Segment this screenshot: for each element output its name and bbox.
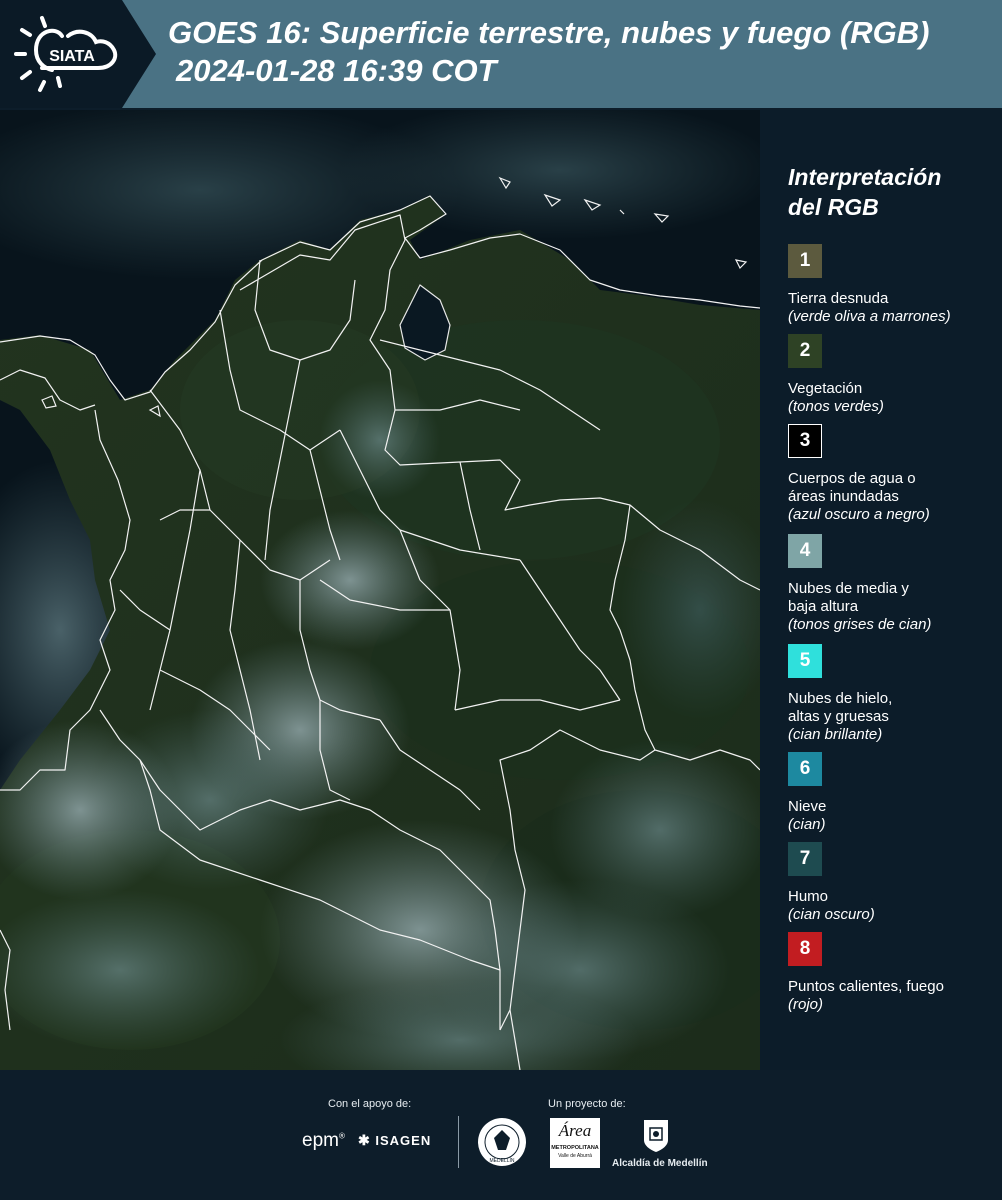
satellite-map[interactable] (0, 110, 760, 1070)
legend-item-8: 8 Puntos calientes, fuego (rojo) (788, 932, 998, 1014)
legend-label: Humo (788, 888, 829, 905)
legend-sub: (rojo) (788, 996, 824, 1013)
legend-item-2: 2 Vegetación (tonos verdes) (788, 334, 998, 416)
swatch-low-clouds: 4 (788, 534, 822, 568)
alcaldia-label: Alcaldía de Medellín (612, 1158, 708, 1169)
legend-item-4: 4 Nubes de media y baja altura (tonos gri… (788, 534, 998, 634)
page-title: GOES 16: Superficie terrestre, nubes y f… (168, 14, 998, 90)
legend-sub: (cian) (788, 816, 826, 833)
area-metropolitana-logo: Área METROPOLITANA Valle de Aburrá (550, 1118, 600, 1168)
svg-text:MEDELLÍN: MEDELLÍN (489, 1157, 514, 1164)
legend-label: Nieve (788, 798, 827, 815)
medellin-seal: MEDELLÍN (478, 1118, 526, 1166)
title-timestamp: 2024-01-28 16:39 COT (176, 53, 497, 88)
siata-logo: SIATA (14, 16, 118, 92)
swatch-fire: 8 (788, 932, 822, 966)
footer: Con el apoyo de: Un proyecto de: epm® ✱ … (0, 1070, 1002, 1200)
legend-label: Nubes de media y baja altura (788, 580, 909, 615)
swatch-vegetation: 2 (788, 334, 822, 368)
satellite-image (0, 110, 760, 1070)
legend-item-7: 7 Humo (cian oscuro) (788, 842, 998, 924)
legend-sub: (tonos grises de cian) (788, 616, 932, 633)
swatch-snow: 6 (788, 752, 822, 786)
legend-label: Cuerpos de agua o áreas inundadas (788, 470, 916, 505)
header: SIATA GOES 16: Superficie terrestre, nub… (0, 0, 1002, 108)
legend-panel: Interpretación del RGB 1 Tierra desnuda … (760, 110, 1002, 1070)
support-label: Con el apoyo de: (328, 1098, 412, 1110)
legend-item-6: 6 Nieve (cian) (788, 752, 998, 834)
swatch-water: 3 (788, 424, 822, 458)
title-line-1: GOES 16: Superficie terrestre, nubes y f… (168, 15, 930, 50)
isagen-icon: ✱ (358, 1132, 371, 1148)
footer-divider (458, 1116, 459, 1168)
legend-label: Tierra desnuda (788, 290, 889, 307)
legend-sub: (cian oscuro) (788, 906, 875, 923)
legend-sub: (cian brillante) (788, 726, 883, 743)
legend-sub: (azul oscuro a negro) (788, 506, 930, 523)
project-label: Un proyecto de: (548, 1098, 626, 1110)
svg-text:SIATA: SIATA (49, 48, 95, 65)
legend-sub: (tonos verdes) (788, 398, 884, 415)
alcaldia-shield-icon (644, 1120, 668, 1152)
legend-label: Vegetación (788, 380, 863, 397)
isagen-logo: ✱ ISAGEN (358, 1132, 432, 1148)
legend-sub: (verde oliva a marrones) (788, 308, 951, 325)
legend-item-5: 5 Nubes de hielo, altas y gruesas (cian b… (788, 644, 998, 744)
legend-label: Nubes de hielo, altas y gruesas (788, 690, 893, 725)
epm-logo: epm® (302, 1130, 345, 1151)
legend-item-1: 1 Tierra desnuda (verde oliva a marrones… (788, 244, 998, 326)
swatch-ice-clouds: 5 (788, 644, 822, 678)
legend-title: Interpretación del RGB (788, 164, 942, 220)
legend-item-3: 3 Cuerpos de agua o áreas inundadas (azul… (788, 424, 998, 524)
swatch-smoke: 7 (788, 842, 822, 876)
swatch-bare-land: 1 (788, 244, 822, 278)
legend-label: Puntos calientes, fuego (788, 978, 944, 995)
